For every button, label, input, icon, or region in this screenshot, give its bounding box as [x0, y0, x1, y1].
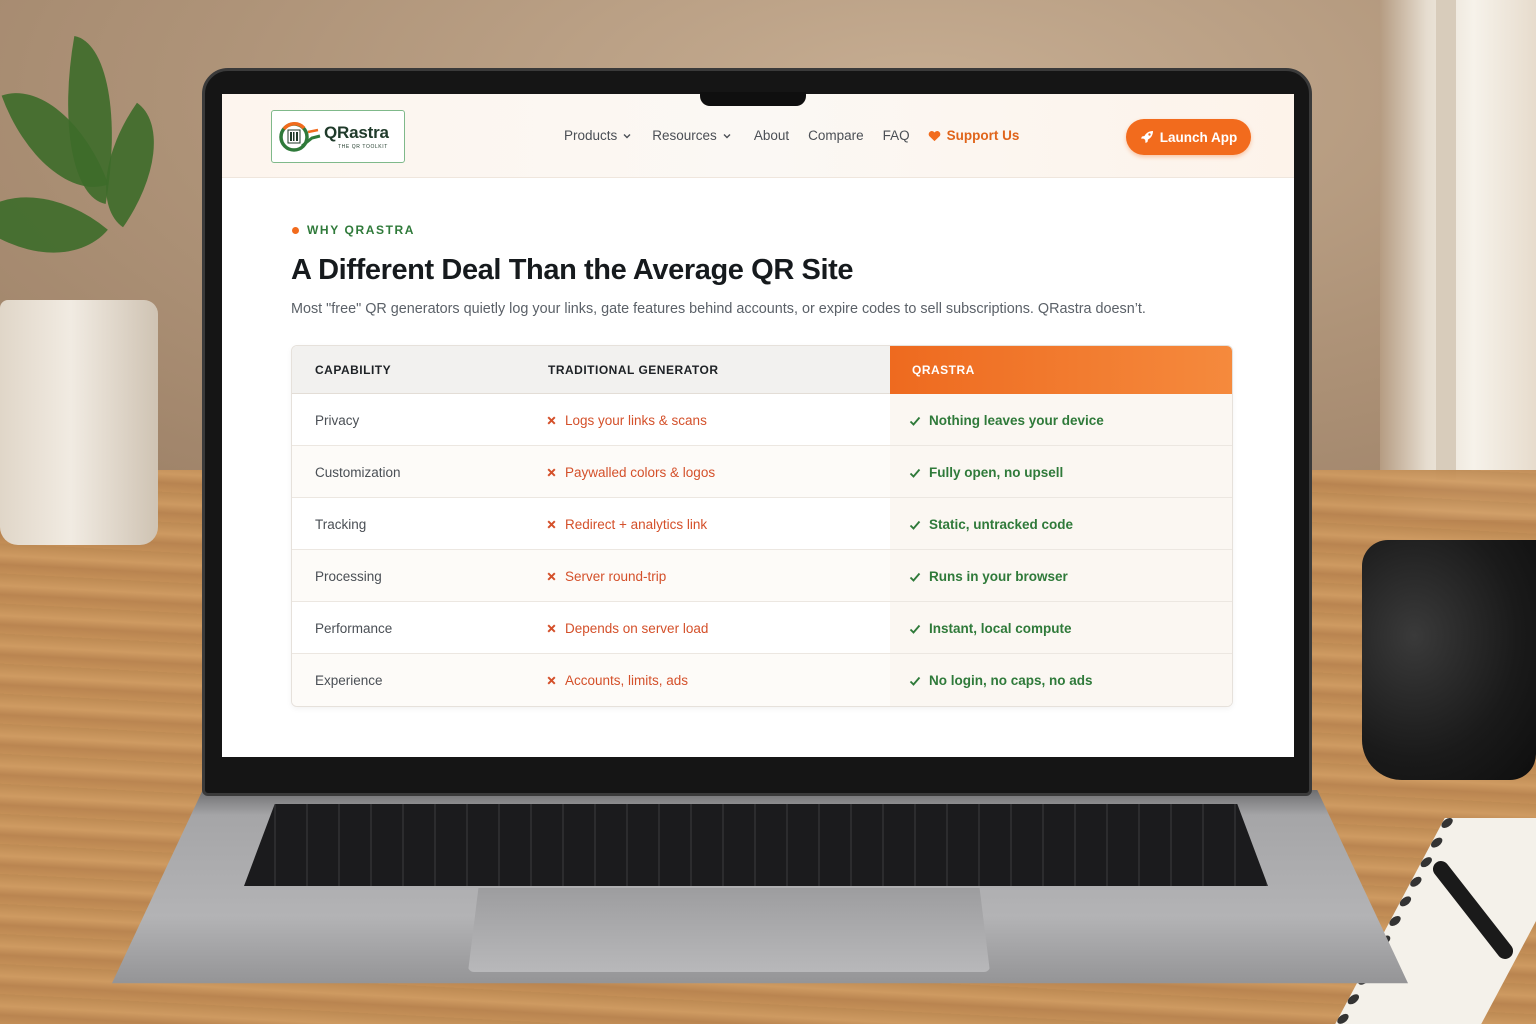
qrastra-text: Fully open, no upsell [929, 465, 1064, 480]
qrastra-text: No login, no caps, no ads [929, 673, 1093, 688]
eyebrow-dot-icon [292, 226, 299, 234]
traditional-cell: Depends on server load [546, 621, 708, 636]
capability-cell: Performance [315, 621, 393, 636]
qrastra-cell: Runs in your browser [890, 550, 1232, 601]
nav-about[interactable]: About [754, 128, 789, 143]
coffee-mug [1362, 540, 1536, 780]
qrastra-text: Static, untracked code [929, 517, 1074, 532]
traditional-text: Depends on server load [565, 621, 709, 636]
traditional-cell: Redirect + analytics link [546, 517, 707, 532]
site-logo[interactable]: QRastra THE QR TOOLKIT [271, 110, 405, 163]
capability-cell: Experience [315, 673, 383, 688]
section-subtitle: Most "free" QR generators quietly log yo… [291, 301, 1146, 317]
header-qrastra: QRASTRA [890, 346, 1232, 394]
check-icon [909, 624, 921, 634]
rocket-icon [1140, 131, 1153, 143]
comparison-table: CAPABILITY TRADITIONAL GENERATOR QRASTRA… [291, 345, 1233, 707]
qrastra-text: Runs in your browser [929, 569, 1068, 584]
x-icon [547, 468, 556, 477]
qrastra-cell: Instant, local compute [890, 602, 1232, 653]
qrastra-text: Instant, local compute [929, 621, 1072, 636]
heart-icon [928, 130, 940, 141]
table-body: Privacy Logs your links & scans Nothing … [292, 394, 1232, 706]
trackpad [468, 888, 990, 972]
x-icon [547, 572, 556, 581]
nav-resources[interactable]: Resources [652, 128, 732, 143]
section-title: A Different Deal Than the Average QR Sit… [291, 254, 854, 286]
nav-support-us[interactable]: Support Us [928, 128, 1020, 143]
traditional-text: Logs your links & scans [565, 413, 707, 428]
traditional-cell: Logs your links & scans [546, 413, 707, 428]
capability-cell: Processing [315, 569, 382, 584]
check-icon [909, 520, 921, 530]
main-nav: Products Resources About Compare FAQ Sup… [564, 128, 1019, 143]
qrastra-cell: Static, untracked code [890, 498, 1232, 549]
nav-compare[interactable]: Compare [808, 128, 864, 143]
table-row: Privacy Logs your links & scans Nothing … [292, 394, 1232, 446]
plant-pot [0, 300, 158, 545]
x-icon [547, 416, 556, 425]
table-row: Customization Paywalled colors & logos F… [292, 446, 1232, 498]
traditional-text: Server round-trip [565, 569, 667, 584]
nav-products[interactable]: Products [564, 128, 632, 143]
x-icon [547, 624, 556, 633]
header-traditional: TRADITIONAL GENERATOR [548, 363, 719, 377]
qrastra-cell: Fully open, no upsell [890, 446, 1232, 497]
check-icon [909, 416, 921, 426]
x-icon [547, 676, 556, 685]
window-frame [1436, 0, 1456, 480]
traditional-text: Paywalled colors & logos [565, 465, 716, 480]
x-icon [547, 520, 556, 529]
window [1380, 0, 1536, 520]
chevron-down-icon [623, 133, 631, 138]
eyebrow-label: WHY QRASTRA [307, 223, 416, 237]
launch-app-label: Launch App [1159, 129, 1238, 145]
nav-resources-label: Resources [652, 128, 717, 143]
check-icon [909, 468, 921, 478]
chevron-down-icon [723, 133, 731, 138]
browser-viewport: QRastra THE QR TOOLKIT Products Resource… [222, 94, 1294, 757]
traditional-text: Accounts, limits, ads [565, 673, 689, 688]
table-header: CAPABILITY TRADITIONAL GENERATOR QRASTRA [292, 346, 1232, 394]
qrastra-text: Nothing leaves your device [929, 413, 1104, 428]
nav-products-label: Products [564, 128, 618, 143]
traditional-text: Redirect + analytics link [565, 517, 708, 532]
nav-support-label: Support Us [946, 128, 1020, 143]
nav-faq[interactable]: FAQ [883, 128, 910, 143]
site-header: QRastra THE QR TOOLKIT Products Resource… [222, 94, 1294, 178]
logo-wordmark: QRastra [324, 123, 389, 142]
table-row: Processing Server round-trip Runs in you… [292, 550, 1232, 602]
logo-tagline: THE QR TOOLKIT [338, 144, 388, 150]
table-row: Experience Accounts, limits, ads No logi… [292, 654, 1232, 706]
table-row: Tracking Redirect + analytics link Stati… [292, 498, 1232, 550]
qr-logo-icon [279, 122, 321, 152]
keyboard [244, 804, 1268, 886]
section-eyebrow: WHY QRASTRA [292, 223, 415, 237]
traditional-cell: Server round-trip [546, 569, 666, 584]
capability-cell: Tracking [315, 517, 367, 532]
capability-cell: Privacy [315, 413, 360, 428]
header-capability: CAPABILITY [315, 363, 392, 377]
capability-cell: Customization [315, 465, 401, 480]
check-icon [909, 676, 921, 686]
launch-app-button[interactable]: Launch App [1126, 119, 1251, 155]
camera-notch [700, 92, 806, 106]
qrastra-cell: No login, no caps, no ads [890, 654, 1232, 706]
traditional-cell: Accounts, limits, ads [546, 673, 688, 688]
traditional-cell: Paywalled colors & logos [546, 465, 715, 480]
qrastra-cell: Nothing leaves your device [890, 394, 1232, 445]
table-row: Performance Depends on server load Insta… [292, 602, 1232, 654]
check-icon [909, 572, 921, 582]
